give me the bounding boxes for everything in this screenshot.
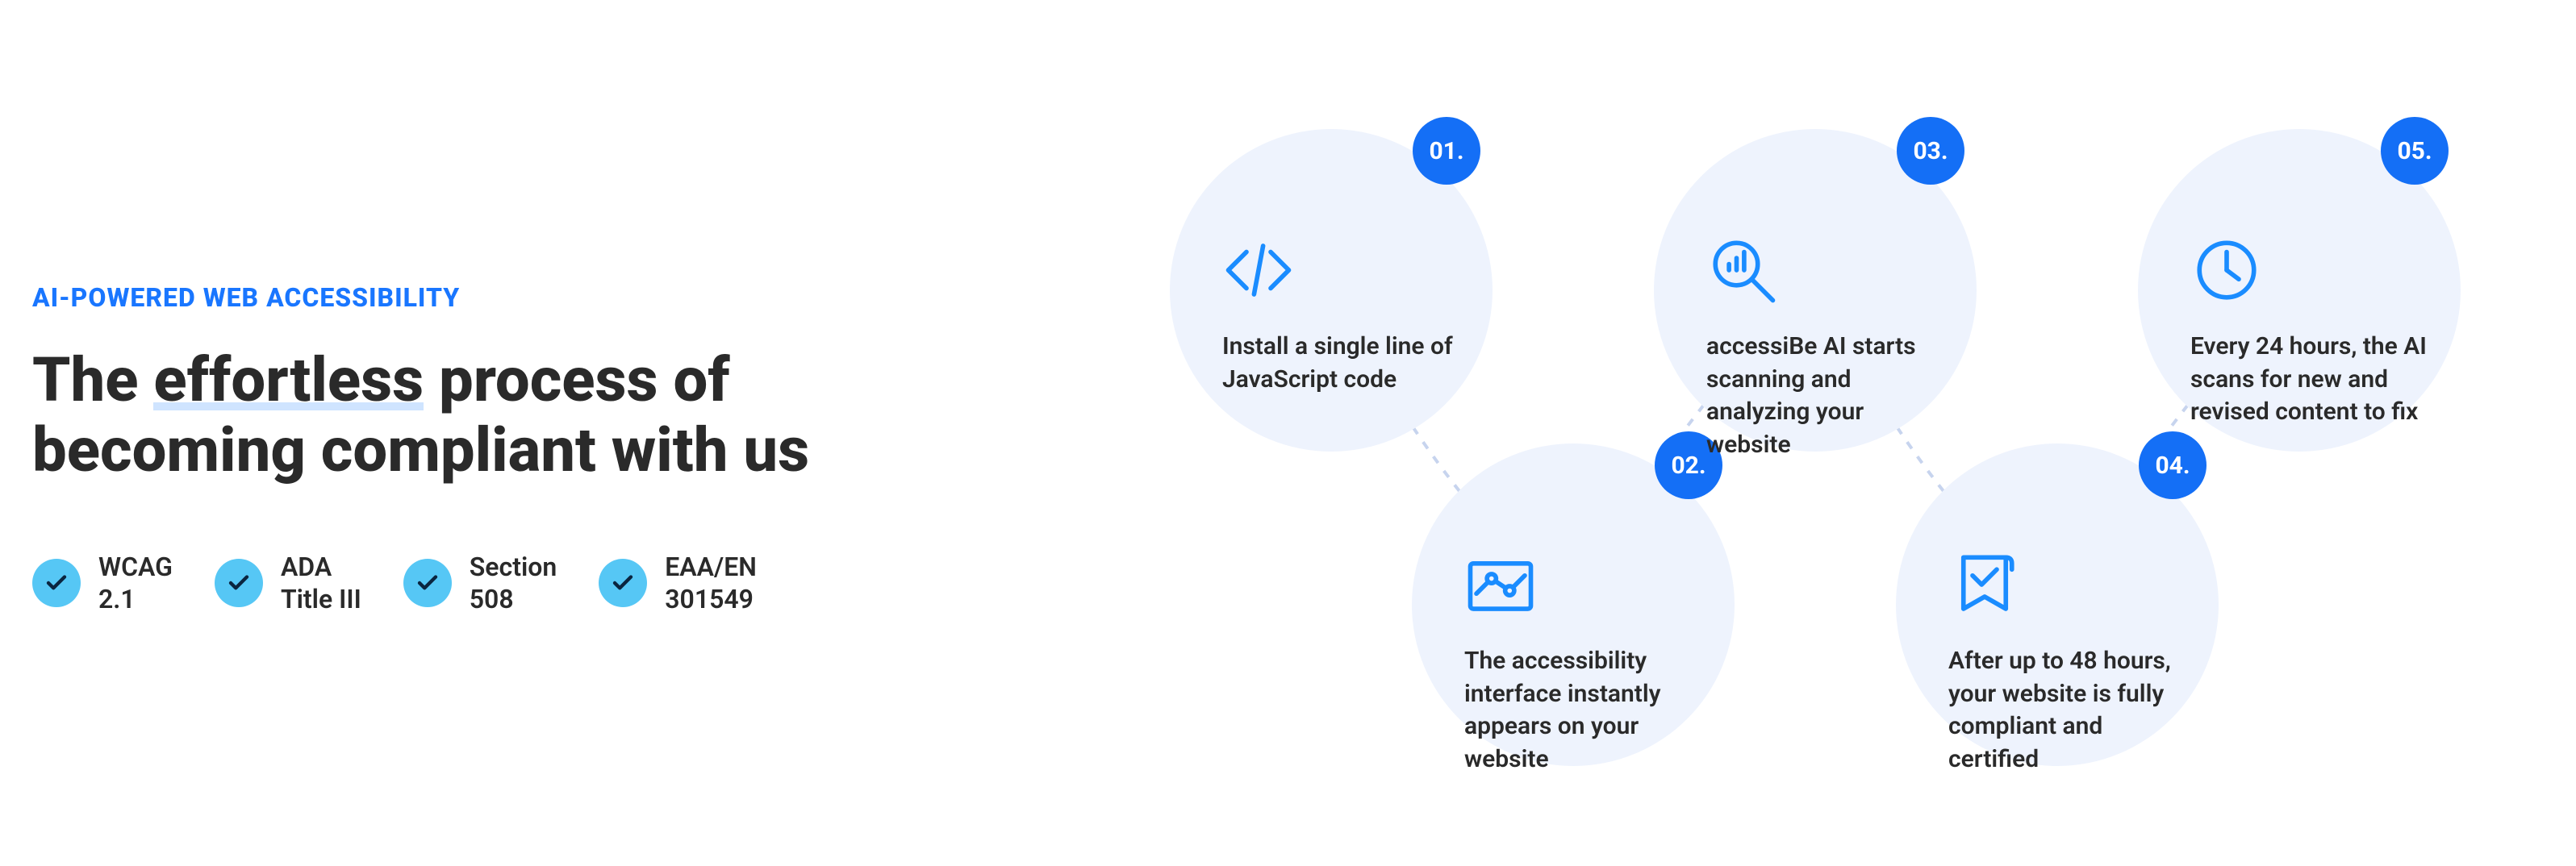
check-icon (215, 559, 263, 607)
check-icon (403, 559, 452, 607)
compliance-badges: WCAG 2.1 ADA Title III Section 508 EAA/E… (32, 551, 984, 615)
step-circle-1: 01. Install a single line of JavaScript … (1170, 129, 1493, 452)
step-number-badge: 03. (1897, 117, 1964, 185)
compliance-label: Section 508 (470, 551, 557, 615)
headline: The effortless process of becoming compl… (32, 345, 984, 486)
step-circle-4: 04. After up to 48 hours, your website i… (1896, 443, 2219, 766)
step-circle-3: 03. accessiBe AI starts scanning and ana… (1654, 129, 1977, 452)
code-icon (1222, 234, 1295, 306)
left-column: AI-POWERED WEB ACCESSIBILITY The effortl… (32, 282, 984, 615)
analyze-icon (1706, 234, 1779, 306)
step-description: accessiBe AI starts scanning and analyzi… (1706, 331, 1944, 461)
eyebrow-label: AI-POWERED WEB ACCESSIBILITY (32, 282, 984, 313)
step-description: The accessibility interface instantly ap… (1464, 645, 1702, 776)
certified-icon (1948, 548, 2021, 621)
step-description: After up to 48 hours, your website is fu… (1948, 645, 2186, 776)
compliance-label: WCAG 2.1 (98, 551, 173, 615)
step-description: Every 24 hours, the AI scans for new and… (2190, 331, 2428, 429)
compliance-label: EAA/EN 301549 (665, 551, 757, 615)
step-circle-5: 05. Every 24 hours, the AI scans for new… (2138, 129, 2461, 452)
clock-icon (2190, 234, 2263, 306)
step-circle-2: 02. The accessibility interface instantl… (1412, 443, 1735, 766)
headline-underlined-word: effortless (153, 345, 424, 415)
step-number-badge: 04. (2139, 431, 2207, 499)
compliance-badge: ADA Title III (215, 551, 361, 615)
page: AI-POWERED WEB ACCESSIBILITY The effortl… (0, 0, 2576, 866)
step-number-badge: 01. (1413, 117, 1480, 185)
step-number-badge: 05. (2381, 117, 2449, 185)
compliance-badge: EAA/EN 301549 (599, 551, 757, 615)
steps-diagram: 01. Install a single line of JavaScript … (1170, 97, 2541, 822)
compliance-badge: Section 508 (403, 551, 557, 615)
step-description: Install a single line of JavaScript code (1222, 331, 1460, 396)
check-icon (32, 559, 81, 607)
headline-pre: The (32, 343, 153, 416)
interface-icon (1464, 548, 1537, 621)
check-icon (599, 559, 647, 607)
compliance-label: ADA Title III (281, 551, 361, 615)
compliance-badge: WCAG 2.1 (32, 551, 173, 615)
